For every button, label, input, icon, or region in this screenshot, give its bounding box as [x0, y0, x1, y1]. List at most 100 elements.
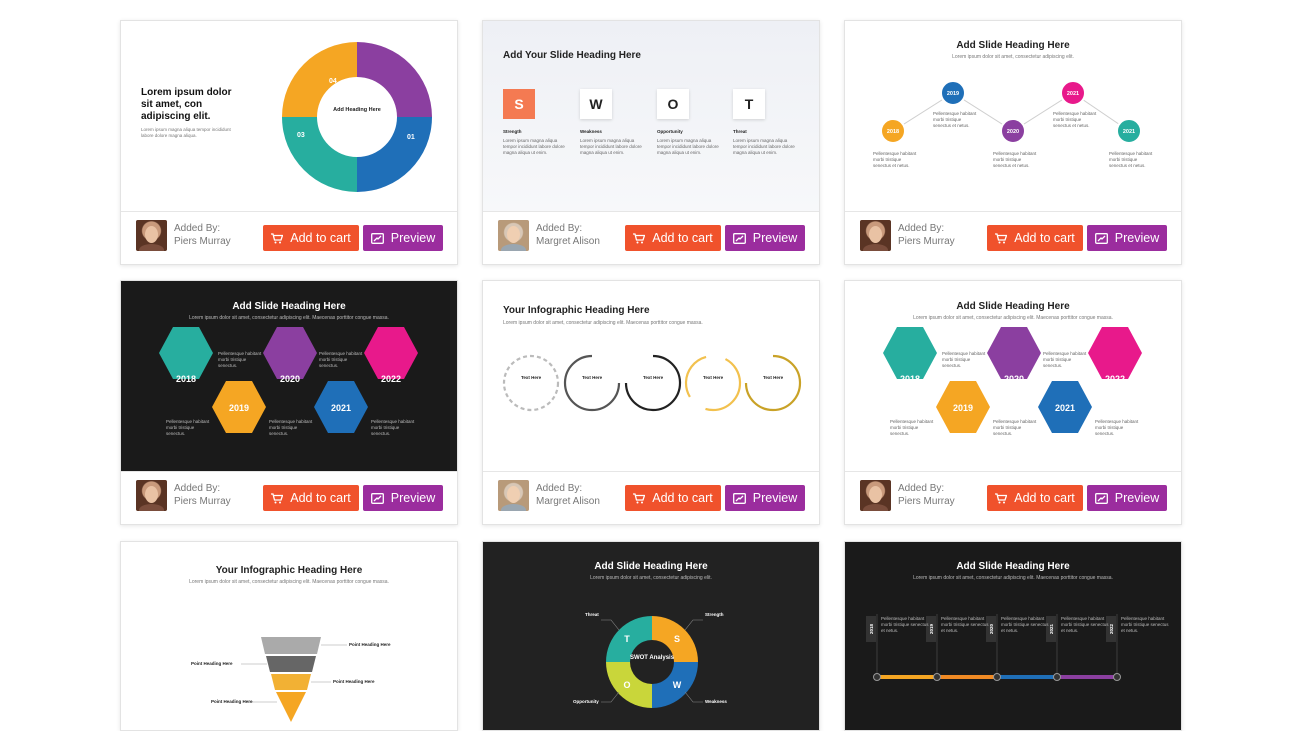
line-timeline: 2018 2019 2020 2021 2022: [866, 614, 1121, 681]
year-label: 2019: [953, 403, 973, 413]
swot-label: Threat: [585, 612, 599, 617]
year-label: 2019: [947, 91, 959, 97]
swot-letter: S: [674, 634, 680, 644]
year-label: 2020: [280, 374, 300, 384]
year-label: 2021: [1055, 403, 1075, 413]
swot-label: Threat: [733, 129, 747, 134]
slide-title: Add Your Slide Heading Here: [503, 50, 641, 61]
swot-letter: O: [623, 680, 630, 690]
slide-thumbnail[interactable]: Your Infographic Heading Here Lorem ipsu…: [121, 542, 457, 730]
cart-icon: [995, 492, 1008, 503]
cycle-center-label: Add Heading Here: [333, 107, 381, 113]
timeline-text: Pellentesque habitant morbi tristique se…: [1053, 111, 1097, 128]
author-name: Piers Murray: [898, 496, 955, 507]
year-label: 2021: [1067, 91, 1079, 97]
author-block: Added By: Margret Alison: [536, 482, 600, 508]
add-to-cart-button[interactable]: Add to cart: [625, 225, 721, 251]
slide-thumbnail[interactable]: Add Slide Heading Here Lorem ipsum dolor…: [121, 281, 457, 471]
preview-button[interactable]: Preview: [1087, 225, 1167, 251]
timeline-text: Pellentesque habitant morbi tristique se…: [166, 419, 210, 436]
added-by-label: Added By:: [898, 483, 945, 494]
year-label: 2021: [331, 403, 351, 413]
segment-label: 03: [297, 132, 305, 139]
swot-text: Lorem ipsum magna aliqua tempor incididu…: [733, 138, 795, 155]
step-label: Text Here: [582, 375, 603, 380]
slide-thumbnail[interactable]: Add Slide Heading Here Lorem ipsum dolor…: [845, 21, 1181, 211]
add-to-cart-button[interactable]: Add to cart: [987, 485, 1083, 511]
add-to-cart-button[interactable]: Add to cart: [625, 485, 721, 511]
product-card: Lorem ipsum dolor sit amet, con adipisci…: [120, 20, 458, 265]
slide-thumbnail[interactable]: Add Slide Heading Here Lorem ipsum dolor…: [845, 281, 1181, 471]
year-label: 2019: [229, 403, 249, 413]
year-label: 2018: [869, 623, 874, 634]
added-by-label: Added By:: [536, 483, 583, 494]
year-label: 2022: [381, 374, 401, 384]
swot-letter: T: [624, 634, 630, 644]
card-footer: Added By: Piers Murray Add to cart Previe…: [845, 471, 1181, 524]
timeline-diagram: 2018 2019 2020 2021 2021: [880, 80, 1142, 144]
author-block: Added By: Piers Murray: [174, 222, 231, 248]
card-footer: Added By: Margret Alison Add to cart Prev…: [483, 211, 819, 264]
slide-thumbnail[interactable]: Add Slide Heading Here Lorem ipsum dolor…: [483, 542, 819, 730]
year-label: 2018: [900, 374, 920, 384]
added-by-label: Added By:: [536, 223, 583, 234]
segment-label: 04: [329, 78, 337, 85]
timeline-text: Pellentesque habitant morbi tristique se…: [890, 419, 934, 436]
timeline-text: Pellentesque habitant morbi tristique se…: [873, 151, 917, 168]
preview-button[interactable]: Preview: [725, 225, 805, 251]
timeline-text: Pellentesque habitant morbi tristique se…: [1121, 616, 1169, 633]
product-card: Add Slide Heading Here Lorem ipsum dolor…: [844, 280, 1182, 525]
author-name: Margret Alison: [536, 236, 600, 247]
cart-icon: [633, 232, 646, 243]
add-to-cart-button[interactable]: Add to cart: [263, 485, 359, 511]
preview-button[interactable]: Preview: [363, 225, 443, 251]
point-heading: Point Heading Here: [191, 661, 233, 666]
preview-button[interactable]: Preview: [725, 485, 805, 511]
timeline-text: Pellentesque habitant morbi tristique se…: [319, 351, 363, 368]
slide-thumbnail[interactable]: Add Slide Heading Here Lorem ipsum dolor…: [845, 542, 1181, 730]
preview-icon: [732, 232, 746, 244]
timeline-text: Pellentesque habitant morbi tristique se…: [269, 419, 313, 436]
swot-text: Lorem ipsum magna aliqua tempor incididu…: [580, 138, 642, 155]
timeline-text: Pellentesque habitant morbi tristique se…: [942, 351, 986, 368]
swot-letter: W: [673, 680, 682, 690]
hexagon-timeline: 2018 2019 2020 2021 2022: [867, 327, 1161, 433]
timeline-text: Pellentesque habitant morbi tristique se…: [218, 351, 262, 368]
step-label: Text Here: [643, 375, 664, 380]
step-label: Text Here: [703, 375, 724, 380]
product-card: Add Your Slide Heading Here S W O T Stre…: [482, 20, 820, 265]
swot-center-label: SWOT Analysis: [630, 655, 675, 661]
author-name: Piers Murray: [174, 236, 231, 247]
slide-thumbnail[interactable]: Your Infographic Heading Here Lorem ipsu…: [483, 281, 819, 471]
swot-label: Strength: [503, 129, 522, 134]
preview-button[interactable]: Preview: [1087, 485, 1167, 511]
product-card: Your Infographic Heading Here Lorem ipsu…: [482, 280, 820, 525]
step-label: Text Here: [521, 375, 542, 380]
product-card: Your Infographic Heading Here Lorem ipsu…: [120, 541, 458, 731]
author-block: Added By: Piers Murray: [898, 222, 955, 248]
avatar: [860, 480, 891, 511]
add-to-cart-button[interactable]: Add to cart: [987, 225, 1083, 251]
cart-icon: [633, 492, 646, 503]
added-by-label: Added By:: [174, 483, 221, 494]
product-card: Add Slide Heading Here Lorem ipsum dolor…: [844, 20, 1182, 265]
year-label: 2018: [176, 374, 196, 384]
swot-label: Opportunity: [657, 129, 683, 134]
add-to-cart-button[interactable]: Add to cart: [263, 225, 359, 251]
step-label: Text Here: [763, 375, 784, 380]
preview-button[interactable]: Preview: [363, 485, 443, 511]
year-label: 2018: [887, 129, 899, 135]
swot-label: Strength: [705, 612, 724, 617]
added-by-label: Added By:: [898, 223, 945, 234]
slide-thumbnail[interactable]: Add Your Slide Heading Here S W O T Stre…: [483, 21, 819, 211]
card-footer: Added By: Piers Murray Add to cart Previe…: [121, 471, 457, 524]
slide-thumbnail[interactable]: Lorem ipsum dolor sit amet, con adipisci…: [121, 21, 457, 211]
avatar: [498, 220, 529, 251]
product-card: Add Slide Heading Here Lorem ipsum dolor…: [120, 280, 458, 525]
circular-cycle-diagram: Add Heading Here 04 01 02 03: [282, 42, 432, 193]
product-card: Add Slide Heading Here Lorem ipsum dolor…: [482, 541, 820, 731]
funnel-diagram: [241, 637, 347, 722]
swot-letter: O: [657, 89, 689, 119]
hexagon-timeline: 2018 2019 2020 2021 2022: [143, 327, 437, 433]
segment-label: 01: [407, 134, 415, 141]
